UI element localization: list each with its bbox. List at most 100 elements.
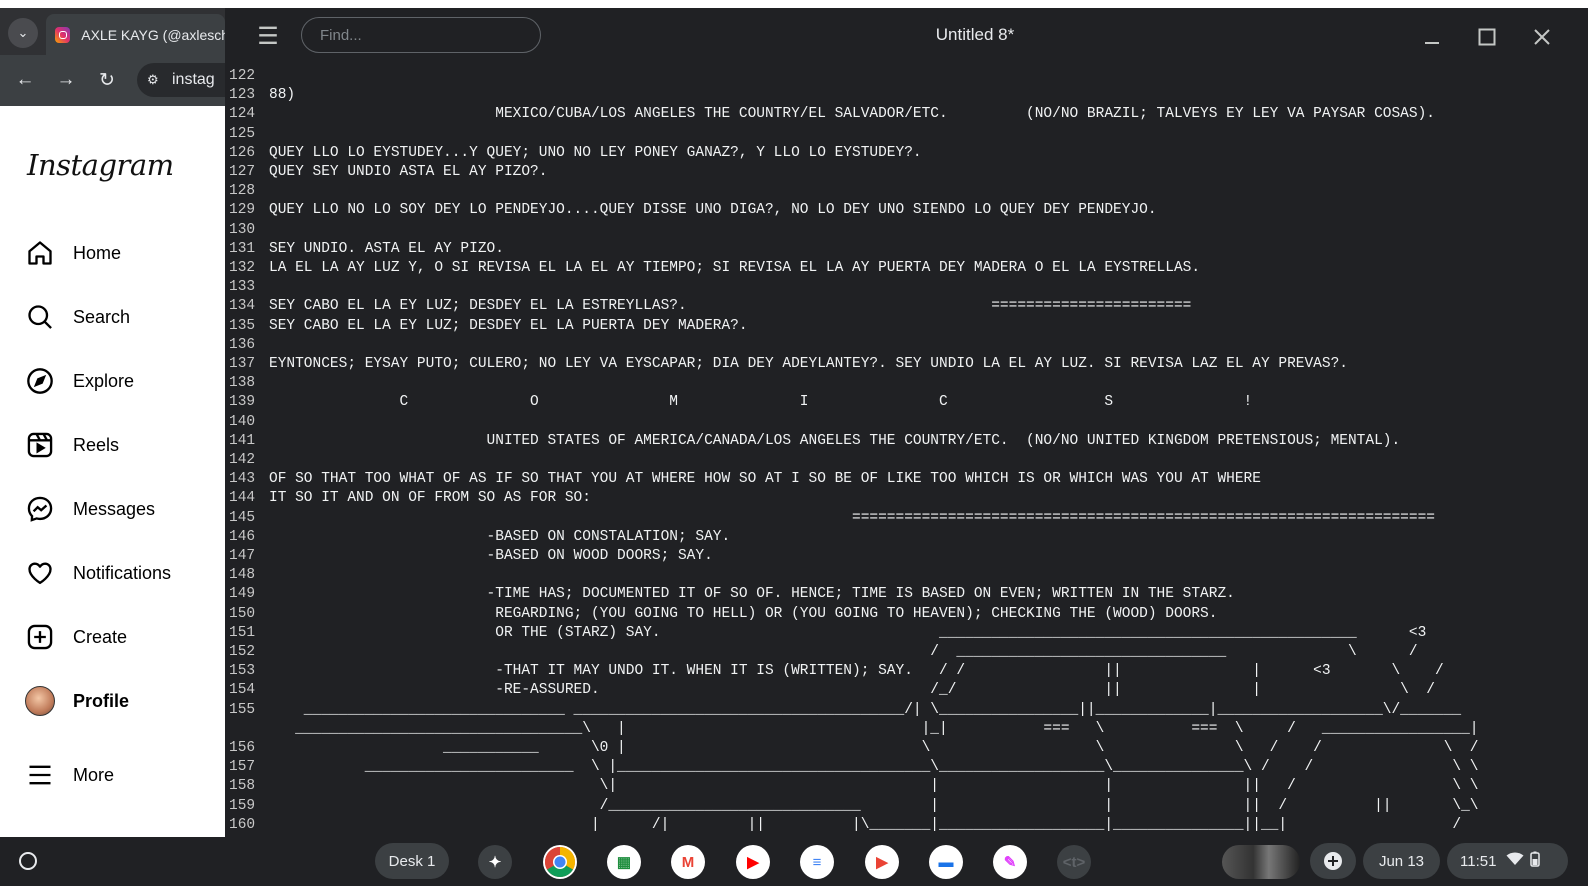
line-number: 137 — [229, 356, 256, 372]
date-pill[interactable]: Jun 13 — [1363, 843, 1440, 879]
code-line: 154 -RE-ASSURED. /_/ || | \ / — [225, 681, 1435, 700]
canvas-app-icon[interactable]: ✎ — [993, 845, 1027, 879]
code-line: 155 ______________________________ _____… — [225, 701, 1461, 720]
top-strip — [0, 0, 1588, 8]
tab-search-dropdown-icon[interactable]: ⌄ — [8, 18, 38, 48]
desk-button[interactable]: Desk 1 — [375, 843, 449, 879]
nav-reels[interactable]: Reels — [24, 425, 214, 465]
gemini-app-icon[interactable]: ✦ — [478, 845, 512, 879]
line-number: 152 — [229, 644, 256, 660]
code-line: 147 -BASED ON WOOD DOORS; SAY. — [225, 547, 713, 566]
code-line: 135 SEY CABO EL LA EY LUZ; DESDEY EL LA P… — [225, 317, 748, 336]
site-settings-icon[interactable]: ⚙ — [147, 72, 165, 88]
code-line: 158 \| | | || / \ \ — [225, 777, 1479, 796]
editor-text-area[interactable]: 122 123 88) 124 MEXICO/CUBA/LOS ANGELES THE… — [225, 64, 1588, 837]
plus-square-icon — [24, 621, 56, 653]
files-app-icon[interactable]: ▬ — [929, 845, 963, 879]
messenger-icon — [24, 493, 56, 525]
line-number: 131 — [229, 240, 256, 257]
line-text: -RE-ASSURED. /_/ || | \ / — [269, 682, 1435, 699]
google-photos-grid-app-icon[interactable]: ▦ — [607, 845, 641, 879]
code-line: 131 SEY UNDIO. ASTA EL AY PIZO. — [225, 240, 504, 259]
instagram-sidebar: Instagram Home Search Explore Reels Mess… — [0, 106, 225, 837]
line-number: 133 — [229, 279, 256, 296]
explore-compass-icon — [24, 365, 56, 397]
line-text: QUEY LLO LO EYSTUDEY...Y QUEY; UNO NO LE… — [269, 144, 922, 161]
home-icon — [24, 237, 56, 269]
add-icon[interactable] — [1310, 843, 1356, 879]
line-number: 130 — [229, 221, 256, 238]
line-text: LA EL LA AY LUZ Y, O SI REVISA EL LA EL … — [269, 260, 1201, 276]
line-number: 146 — [229, 528, 256, 545]
line-number: 139 — [229, 394, 256, 411]
code-line: 150 REGARDING; (YOU GOING TO HELL) OR (Y… — [225, 605, 1217, 624]
chrome-app-icon[interactable] — [543, 845, 577, 879]
code-line: 128 — [225, 182, 269, 201]
forward-icon[interactable]: → — [53, 67, 79, 93]
line-text: | /| || |\_______|___________________|__… — [269, 816, 1462, 833]
line-number: 157 — [229, 759, 256, 776]
text-editor-app-icon[interactable]: <t> — [1057, 845, 1091, 879]
line-number: 160 — [229, 816, 256, 833]
reload-icon[interactable]: ↻ — [94, 67, 120, 93]
search-icon — [24, 301, 56, 333]
nav-create[interactable]: Create — [24, 617, 214, 657]
code-line: 143 OF SO THAT TOO WHAT OF AS IF SO THAT … — [225, 470, 1261, 489]
code-line: 132 LA EL LA AY LUZ Y, O SI REVISA EL LA … — [225, 259, 1200, 278]
nav-messages[interactable]: Messages — [24, 489, 214, 529]
code-line: 140 — [225, 413, 269, 432]
tote-thumbnail[interactable] — [1222, 845, 1300, 879]
launcher-icon[interactable] — [10, 843, 46, 879]
play-store-app-icon[interactable]: ▶ — [865, 845, 899, 879]
line-number: 138 — [229, 375, 256, 392]
close-icon[interactable] — [1527, 22, 1557, 52]
editor-header: ☰ Untitled 8* — [225, 8, 1588, 64]
code-line: 123 88) — [225, 86, 295, 105]
hamburger-menu-icon[interactable]: ☰ — [255, 24, 281, 50]
gmail-app-icon[interactable]: M — [671, 845, 705, 879]
browser-tab[interactable]: AXLE KAYG (@axleschi — [46, 14, 225, 55]
docs-app-icon[interactable]: ≡ — [800, 845, 834, 879]
nav-notifications[interactable]: Notifications — [24, 553, 214, 593]
minimize-icon[interactable] — [1417, 22, 1447, 52]
nav-search[interactable]: Search — [24, 297, 214, 337]
nav-search-label: Search — [73, 306, 131, 327]
code-line: 137 EYNTONCES; EYSAY PUTO; CULERO; NO LEY… — [225, 355, 1348, 374]
code-line: 125 — [225, 125, 269, 144]
back-icon[interactable]: ← — [12, 67, 38, 93]
line-text: SEY CABO EL LA EY LUZ; DESDEY EL LA PUER… — [269, 317, 748, 334]
find-input[interactable] — [301, 17, 541, 53]
nav-profile[interactable]: Profile — [24, 681, 214, 721]
code-line: 144 IT SO IT AND ON OF FROM SO AS FOR SO: — [225, 489, 591, 508]
line-text: REGARDING; (YOU GOING TO HELL) OR (YOU G… — [269, 605, 1218, 622]
line-text: -THAT IT MAY UNDO IT. WHEN IT IS (WRITTE… — [269, 663, 1444, 680]
status-area[interactable]: 11:51 — [1447, 843, 1568, 879]
nav-home[interactable]: Home — [24, 233, 214, 273]
line-number: 125 — [229, 125, 256, 142]
line-text: OF SO THAT TOO WHAT OF AS IF SO THAT YOU… — [269, 471, 1261, 488]
instagram-logo[interactable]: Instagram — [27, 148, 174, 182]
line-number: 147 — [229, 548, 256, 564]
line-text: IT SO IT AND ON OF FROM SO AS FOR SO: — [269, 490, 591, 507]
nav-more[interactable]: More — [24, 755, 214, 795]
line-number: 128 — [229, 183, 256, 200]
code-line: 122 — [225, 67, 269, 86]
code-line: 130 — [225, 221, 269, 240]
line-text: MEXICO/CUBA/LOS ANGELES THE COUNTRY/EL S… — [269, 106, 1435, 123]
maximize-icon[interactable] — [1472, 22, 1502, 52]
line-number: 123 — [229, 87, 256, 104]
nav-messages-label: Messages — [73, 498, 156, 519]
address-bar[interactable]: ⚙ instag — [137, 63, 225, 97]
line-number: 122 — [229, 68, 256, 84]
code-line: 149 -TIME HAS; DOCUMENTED IT OF SO OF. H… — [225, 585, 1235, 604]
code-line: _________________________________\ | |_|… — [225, 720, 1478, 739]
text-editor-window: ☰ Untitled 8* 12212388)124 MEXICO/CUBA/L… — [225, 8, 1588, 837]
line-number: 153 — [229, 663, 256, 680]
line-number: 150 — [229, 605, 256, 622]
clock-time: 11:51 — [1460, 852, 1497, 870]
code-line: 152 / _______________________________ \ … — [225, 643, 1418, 662]
youtube-app-icon[interactable]: ▶ — [736, 845, 770, 879]
heart-icon — [24, 557, 56, 589]
nav-explore[interactable]: Explore — [24, 361, 214, 401]
code-line: 134 SEY CABO EL LA EY LUZ; DESDEY EL LA E… — [225, 297, 1191, 316]
